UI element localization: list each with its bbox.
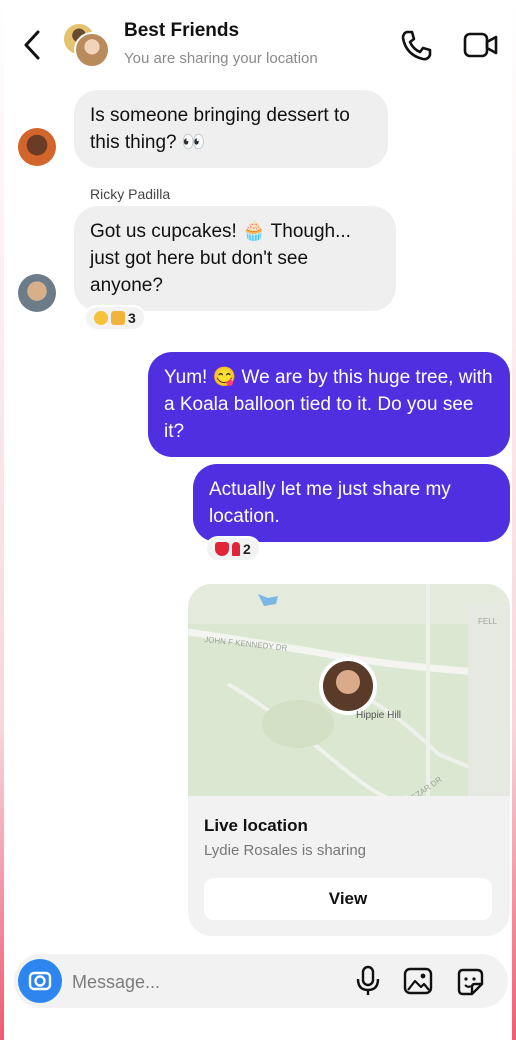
- left-edge-decoration: [0, 0, 4, 1040]
- right-edge-decoration: [512, 0, 516, 1040]
- back-arrow-icon[interactable]: [20, 26, 46, 64]
- message-input[interactable]: [70, 965, 294, 999]
- message-text: Is someone bringing dessert to this thin…: [90, 105, 350, 153]
- reaction-count: 2: [243, 541, 251, 557]
- map-preview[interactable]: JOHN F KENNEDY DR FELL KEZAR DR Hippie H…: [188, 584, 510, 796]
- camera-button[interactable]: [18, 959, 62, 1003]
- incoming-message[interactable]: Is someone bringing dessert to this thin…: [74, 90, 388, 168]
- group-avatar[interactable]: [62, 20, 110, 68]
- live-location-subtitle: Lydie Rosales is sharing: [204, 842, 367, 859]
- chat-title[interactable]: Best Friends: [124, 20, 239, 42]
- message-composer: [14, 954, 508, 1008]
- member-avatar: [74, 32, 110, 68]
- reaction-badge[interactable]: 3: [84, 305, 146, 331]
- video-call-icon[interactable]: [462, 30, 500, 60]
- reaction-count: 3: [128, 310, 136, 326]
- outgoing-message[interactable]: Actually let me just share my location.: [193, 464, 510, 542]
- gallery-icon[interactable]: [402, 966, 434, 996]
- microphone-icon[interactable]: [354, 964, 382, 998]
- view-location-button[interactable]: View: [204, 878, 492, 920]
- camera-icon: [28, 971, 52, 991]
- pin-emoji-icon: [232, 542, 240, 556]
- map-road-label: FELL: [478, 617, 498, 626]
- message-text: Yum! 😋 We are by this huge tree, with a …: [164, 367, 493, 442]
- clapping-emoji-icon: [111, 311, 125, 325]
- sticker-icon[interactable]: [454, 966, 486, 998]
- phone-call-icon[interactable]: [398, 28, 434, 64]
- incoming-message[interactable]: Got us cupcakes! 🧁 Though... just got he…: [74, 206, 396, 311]
- sender-avatar[interactable]: [18, 274, 56, 312]
- live-location-title: Live location: [204, 816, 308, 835]
- message-text: Actually let me just share my location.: [209, 479, 451, 527]
- map-place-label: Hippie Hill: [356, 710, 401, 721]
- sender-name: Ricky Padilla: [90, 186, 171, 202]
- chat-subtitle: You are sharing your location: [124, 50, 318, 67]
- live-location-card[interactable]: JOHN F KENNEDY DR FELL KEZAR DR Hippie H…: [188, 584, 510, 936]
- message-text: Got us cupcakes! 🧁 Though... just got he…: [90, 221, 351, 296]
- laughing-emoji-icon: [94, 311, 108, 325]
- sender-avatar[interactable]: [18, 128, 56, 166]
- outgoing-message[interactable]: Yum! 😋 We are by this huge tree, with a …: [148, 352, 510, 457]
- reaction-badge[interactable]: 2: [205, 536, 261, 562]
- heart-emoji-icon: [215, 542, 229, 556]
- chat-header: Best Friends You are sharing your locati…: [0, 0, 516, 80]
